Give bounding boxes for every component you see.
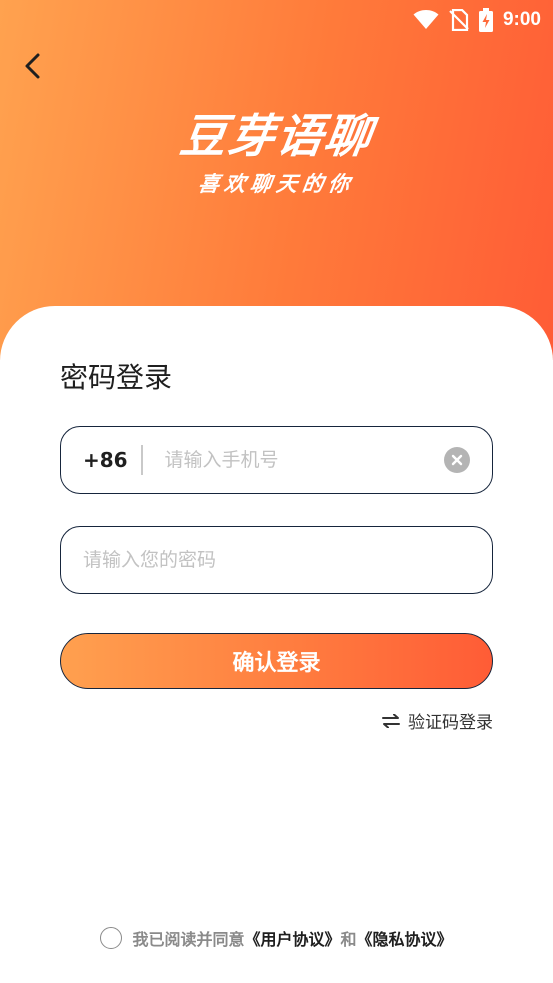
agree-checkbox[interactable]	[100, 927, 123, 949]
close-icon	[451, 454, 463, 466]
privacy-policy-link[interactable]: 《隐私协议》	[357, 926, 453, 950]
switch-to-code-login[interactable]: 验证码登录	[382, 708, 493, 733]
phone-field[interactable]: +86	[60, 426, 493, 494]
agreement-row: 我已阅读并同意 《用户协议》 和 《隐私协议》	[0, 926, 553, 950]
wifi-icon	[413, 10, 439, 30]
chevron-left-icon	[25, 53, 40, 79]
status-bar: 9:00	[0, 0, 553, 40]
agreement-prefix: 我已阅读并同意	[132, 930, 245, 949]
swap-arrows-icon	[382, 713, 400, 728]
no-sim-icon	[449, 9, 469, 31]
status-time: 9:00	[502, 9, 541, 30]
confirm-login-button[interactable]: 确认登录	[60, 633, 493, 689]
battery-charging-icon	[478, 8, 493, 32]
page-title: 密码登录	[60, 361, 173, 394]
country-code[interactable]: +86	[83, 448, 141, 472]
user-agreement-link[interactable]: 《用户协议》	[244, 926, 340, 950]
clear-button[interactable]	[444, 447, 470, 473]
password-input[interactable]	[83, 549, 492, 571]
app-logo: 豆芽语聊 喜欢聊天的你	[0, 100, 553, 198]
phone-input[interactable]	[164, 449, 444, 471]
password-field[interactable]	[60, 526, 493, 594]
back-button[interactable]	[16, 50, 48, 82]
logo-title: 豆芽语聊	[176, 109, 376, 163]
field-divider	[141, 445, 143, 475]
logo-subtitle: 喜欢聊天的你	[196, 172, 357, 196]
switch-login-label: 验证码登录	[408, 713, 493, 733]
agreement-conjunction: 和	[340, 930, 357, 949]
login-card: 密码登录 +86 确认登录 验证码登录 我已阅读并同意 《用户协议》 和 《隐私…	[0, 306, 553, 983]
